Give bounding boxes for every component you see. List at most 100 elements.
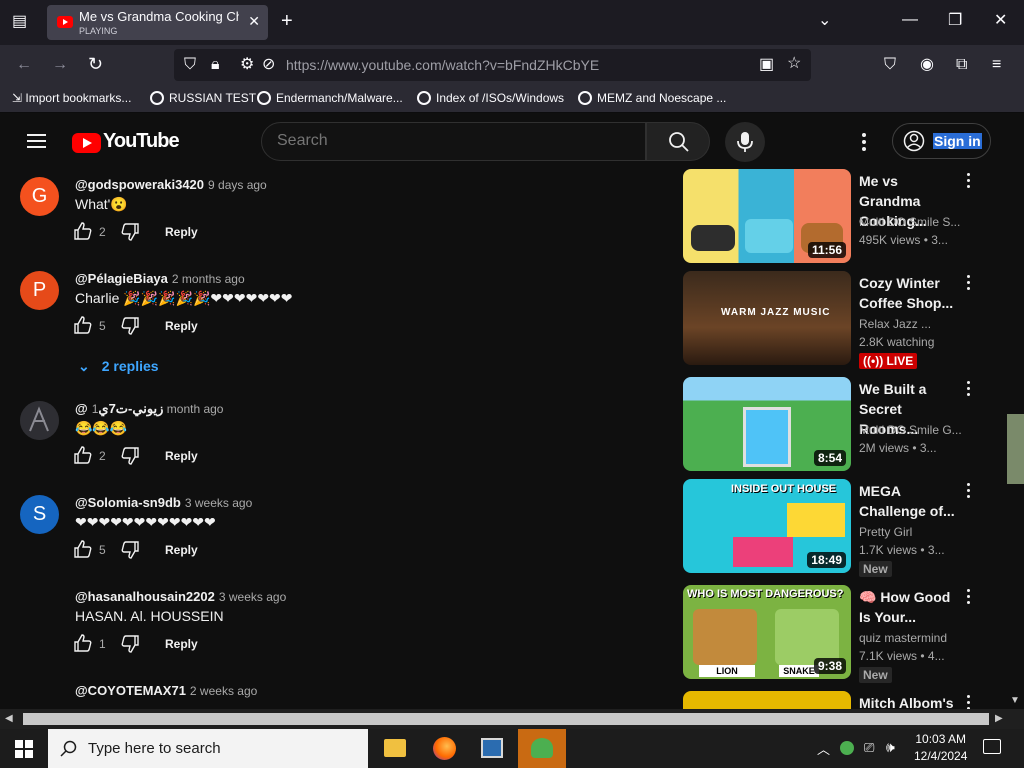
video-card[interactable]: INSIDE OUT HOUSE 18:49 MEGA Challenge of…	[683, 479, 993, 577]
close-window-icon[interactable]: ✕	[994, 13, 1007, 29]
avatar[interactable]: P	[20, 271, 59, 310]
scrollbar-thumb[interactable]	[1007, 414, 1024, 484]
video-card[interactable]: WHO IS MOST DANGEROUS? LION SNAKE 9:38 🧠…	[683, 585, 993, 683]
reply-button[interactable]: Reply	[165, 637, 198, 651]
search-button[interactable]	[646, 122, 710, 161]
comment-time[interactable]: 2 weeks ago	[190, 684, 257, 698]
comment-author[interactable]: @COYOTEMAX71 2 weeks ago	[75, 683, 257, 698]
video-channel[interactable]: Pretty Girl	[859, 525, 963, 539]
scroll-right-icon[interactable]: ▶	[995, 713, 1003, 724]
taskbar-clock[interactable]: 10:03 AM 12/4/2024	[914, 731, 967, 765]
video-channel[interactable]: Relax Jazz ...	[859, 317, 963, 331]
comment-time[interactable]: 3 weeks ago	[185, 496, 252, 510]
video-title[interactable]: MEGA Challenge of...	[859, 481, 963, 521]
bookmark-isos[interactable]: Index of /ISOs/Windows	[417, 91, 564, 105]
menu-icon[interactable]: ≡	[992, 57, 1001, 73]
video-menu-icon[interactable]	[967, 275, 973, 293]
bookmark-memz[interactable]: MEMZ and Noescape ...	[578, 91, 726, 105]
new-tab-icon[interactable]: +	[281, 11, 293, 31]
thumbs-up-icon[interactable]	[73, 539, 93, 559]
browser-tab[interactable]: Me vs Grandma Cooking Challenge PLAYING …	[47, 5, 268, 40]
video-channel[interactable]: Multi DO Smile G...	[859, 423, 963, 437]
firefox-icon[interactable]	[433, 737, 456, 760]
close-tab-icon[interactable]: ✕	[248, 13, 260, 30]
sign-in-button[interactable]: Sign in	[892, 123, 991, 159]
thumbs-up-icon[interactable]	[73, 633, 93, 653]
search-box[interactable]	[261, 122, 646, 161]
avatar[interactable]: G	[20, 177, 59, 216]
comment-time[interactable]: 2 months ago	[172, 272, 245, 286]
video-menu-icon[interactable]	[967, 695, 973, 709]
news-app-icon[interactable]	[481, 738, 503, 758]
file-explorer-icon[interactable]	[384, 739, 406, 757]
search-input[interactable]	[277, 132, 627, 150]
thumbs-down-icon[interactable]	[120, 446, 140, 466]
url-text[interactable]: https://www.youtube.com/watch?v=bFndZHkC…	[286, 57, 599, 73]
user-tray-icon[interactable]	[840, 741, 854, 755]
video-menu-icon[interactable]	[967, 173, 973, 191]
thumbs-down-icon[interactable]	[120, 540, 140, 560]
video-thumbnail[interactable]: 11:56	[683, 169, 851, 263]
comment-author[interactable]: @زيوني-ت7ي1 month ago	[75, 401, 223, 417]
comment-author[interactable]: @hasanalhousain2202 3 weeks ago	[75, 589, 286, 604]
bookmark-import[interactable]: ⇲ Import bookmarks...	[12, 91, 131, 105]
reply-button[interactable]: Reply	[165, 225, 198, 239]
windows-start-icon[interactable]	[15, 740, 33, 758]
account-icon[interactable]: ◉	[920, 57, 934, 73]
video-card[interactable]: WARM JAZZ MUSIC Cozy Winter Coffee Shop.…	[683, 271, 993, 369]
thumbs-up-icon[interactable]	[73, 445, 93, 465]
video-channel[interactable]: Multi DO Smile S...	[859, 215, 963, 229]
video-card[interactable]: Mitch Albom's	[683, 691, 993, 709]
comment-time[interactable]: 3 weeks ago	[219, 590, 286, 604]
reader-view-icon[interactable]: ▣	[759, 57, 774, 73]
tab-list-icon[interactable]: ▤	[12, 14, 27, 30]
thumbs-down-icon[interactable]	[120, 316, 140, 336]
more-options-icon[interactable]	[862, 133, 866, 151]
reply-button[interactable]: Reply	[165, 319, 198, 333]
reload-icon[interactable]: ↻	[88, 55, 103, 73]
bookmark-endermanch[interactable]: Endermanch/Malware...	[257, 91, 403, 105]
video-thumbnail[interactable]: 8:54	[683, 377, 851, 471]
tracking-blocked-icon[interactable]: ⊘	[262, 57, 275, 73]
voice-search-button[interactable]	[725, 122, 765, 162]
youtube-logo-icon[interactable]	[72, 133, 101, 153]
active-app-highlight[interactable]	[518, 729, 566, 768]
thumbs-down-icon[interactable]	[120, 634, 140, 654]
video-channel[interactable]: quiz mastermind	[859, 631, 963, 645]
video-menu-icon[interactable]	[967, 589, 973, 607]
scroll-down-icon[interactable]: ▼	[1010, 695, 1020, 706]
vertical-scrollbar[interactable]: ▼	[1007, 169, 1024, 709]
pocket-icon[interactable]: ⛉	[884, 57, 896, 73]
view-replies-button[interactable]: ⌄ 2 replies	[78, 358, 159, 375]
thumbs-up-icon[interactable]	[73, 315, 93, 335]
avatar[interactable]: S	[20, 495, 59, 534]
url-bar[interactable]: ⛉ 🔒︎ ⚙ ⊘ https://www.youtube.com/watch?v…	[174, 49, 811, 81]
video-menu-icon[interactable]	[967, 381, 973, 399]
permissions-icon[interactable]: ⚙	[240, 57, 254, 73]
video-card[interactable]: 8:54 We Built a Secret Rooms... Multi DO…	[683, 377, 993, 473]
video-title[interactable]: Mitch Albom's	[859, 693, 963, 709]
reply-button[interactable]: Reply	[165, 543, 198, 557]
bookmark-star-icon[interactable]: ☆	[787, 56, 801, 72]
back-icon[interactable]: ←	[16, 57, 32, 73]
video-thumbnail[interactable]: WHO IS MOST DANGEROUS? LION SNAKE 9:38	[683, 585, 851, 679]
horizontal-scrollbar[interactable]: ◀ ▶	[0, 709, 1024, 729]
video-title[interactable]: Cozy Winter Coffee Shop...	[859, 273, 963, 313]
network-icon[interactable]: ⎚	[864, 740, 874, 756]
scroll-left-icon[interactable]: ◀	[5, 713, 13, 724]
minimize-icon[interactable]: —	[902, 12, 918, 28]
volume-icon[interactable]: 🕪︎	[886, 739, 895, 756]
video-card[interactable]: 11:56 Me vs Grandma Cooking... Multi DO …	[683, 169, 993, 265]
video-title[interactable]: 🧠 How Good Is Your...	[859, 587, 963, 627]
comment-time[interactable]: 9 days ago	[208, 178, 267, 192]
video-menu-icon[interactable]	[967, 483, 973, 501]
thumbs-down-icon[interactable]	[120, 222, 140, 242]
comment-author[interactable]: @PélagieBiaya 2 months ago	[75, 271, 245, 286]
bookmark-russian-test[interactable]: RUSSIAN TEST	[150, 91, 256, 105]
scrollbar-thumb[interactable]	[23, 713, 989, 725]
tab-overflow-chevron-icon[interactable]: ⌄	[818, 13, 831, 29]
notification-icon[interactable]	[983, 739, 1001, 754]
show-hidden-icons-icon[interactable]: ︿	[817, 739, 830, 758]
forward-icon[interactable]: →	[52, 57, 68, 73]
comment-author[interactable]: @Solomia-sn9db 3 weeks ago	[75, 495, 252, 510]
